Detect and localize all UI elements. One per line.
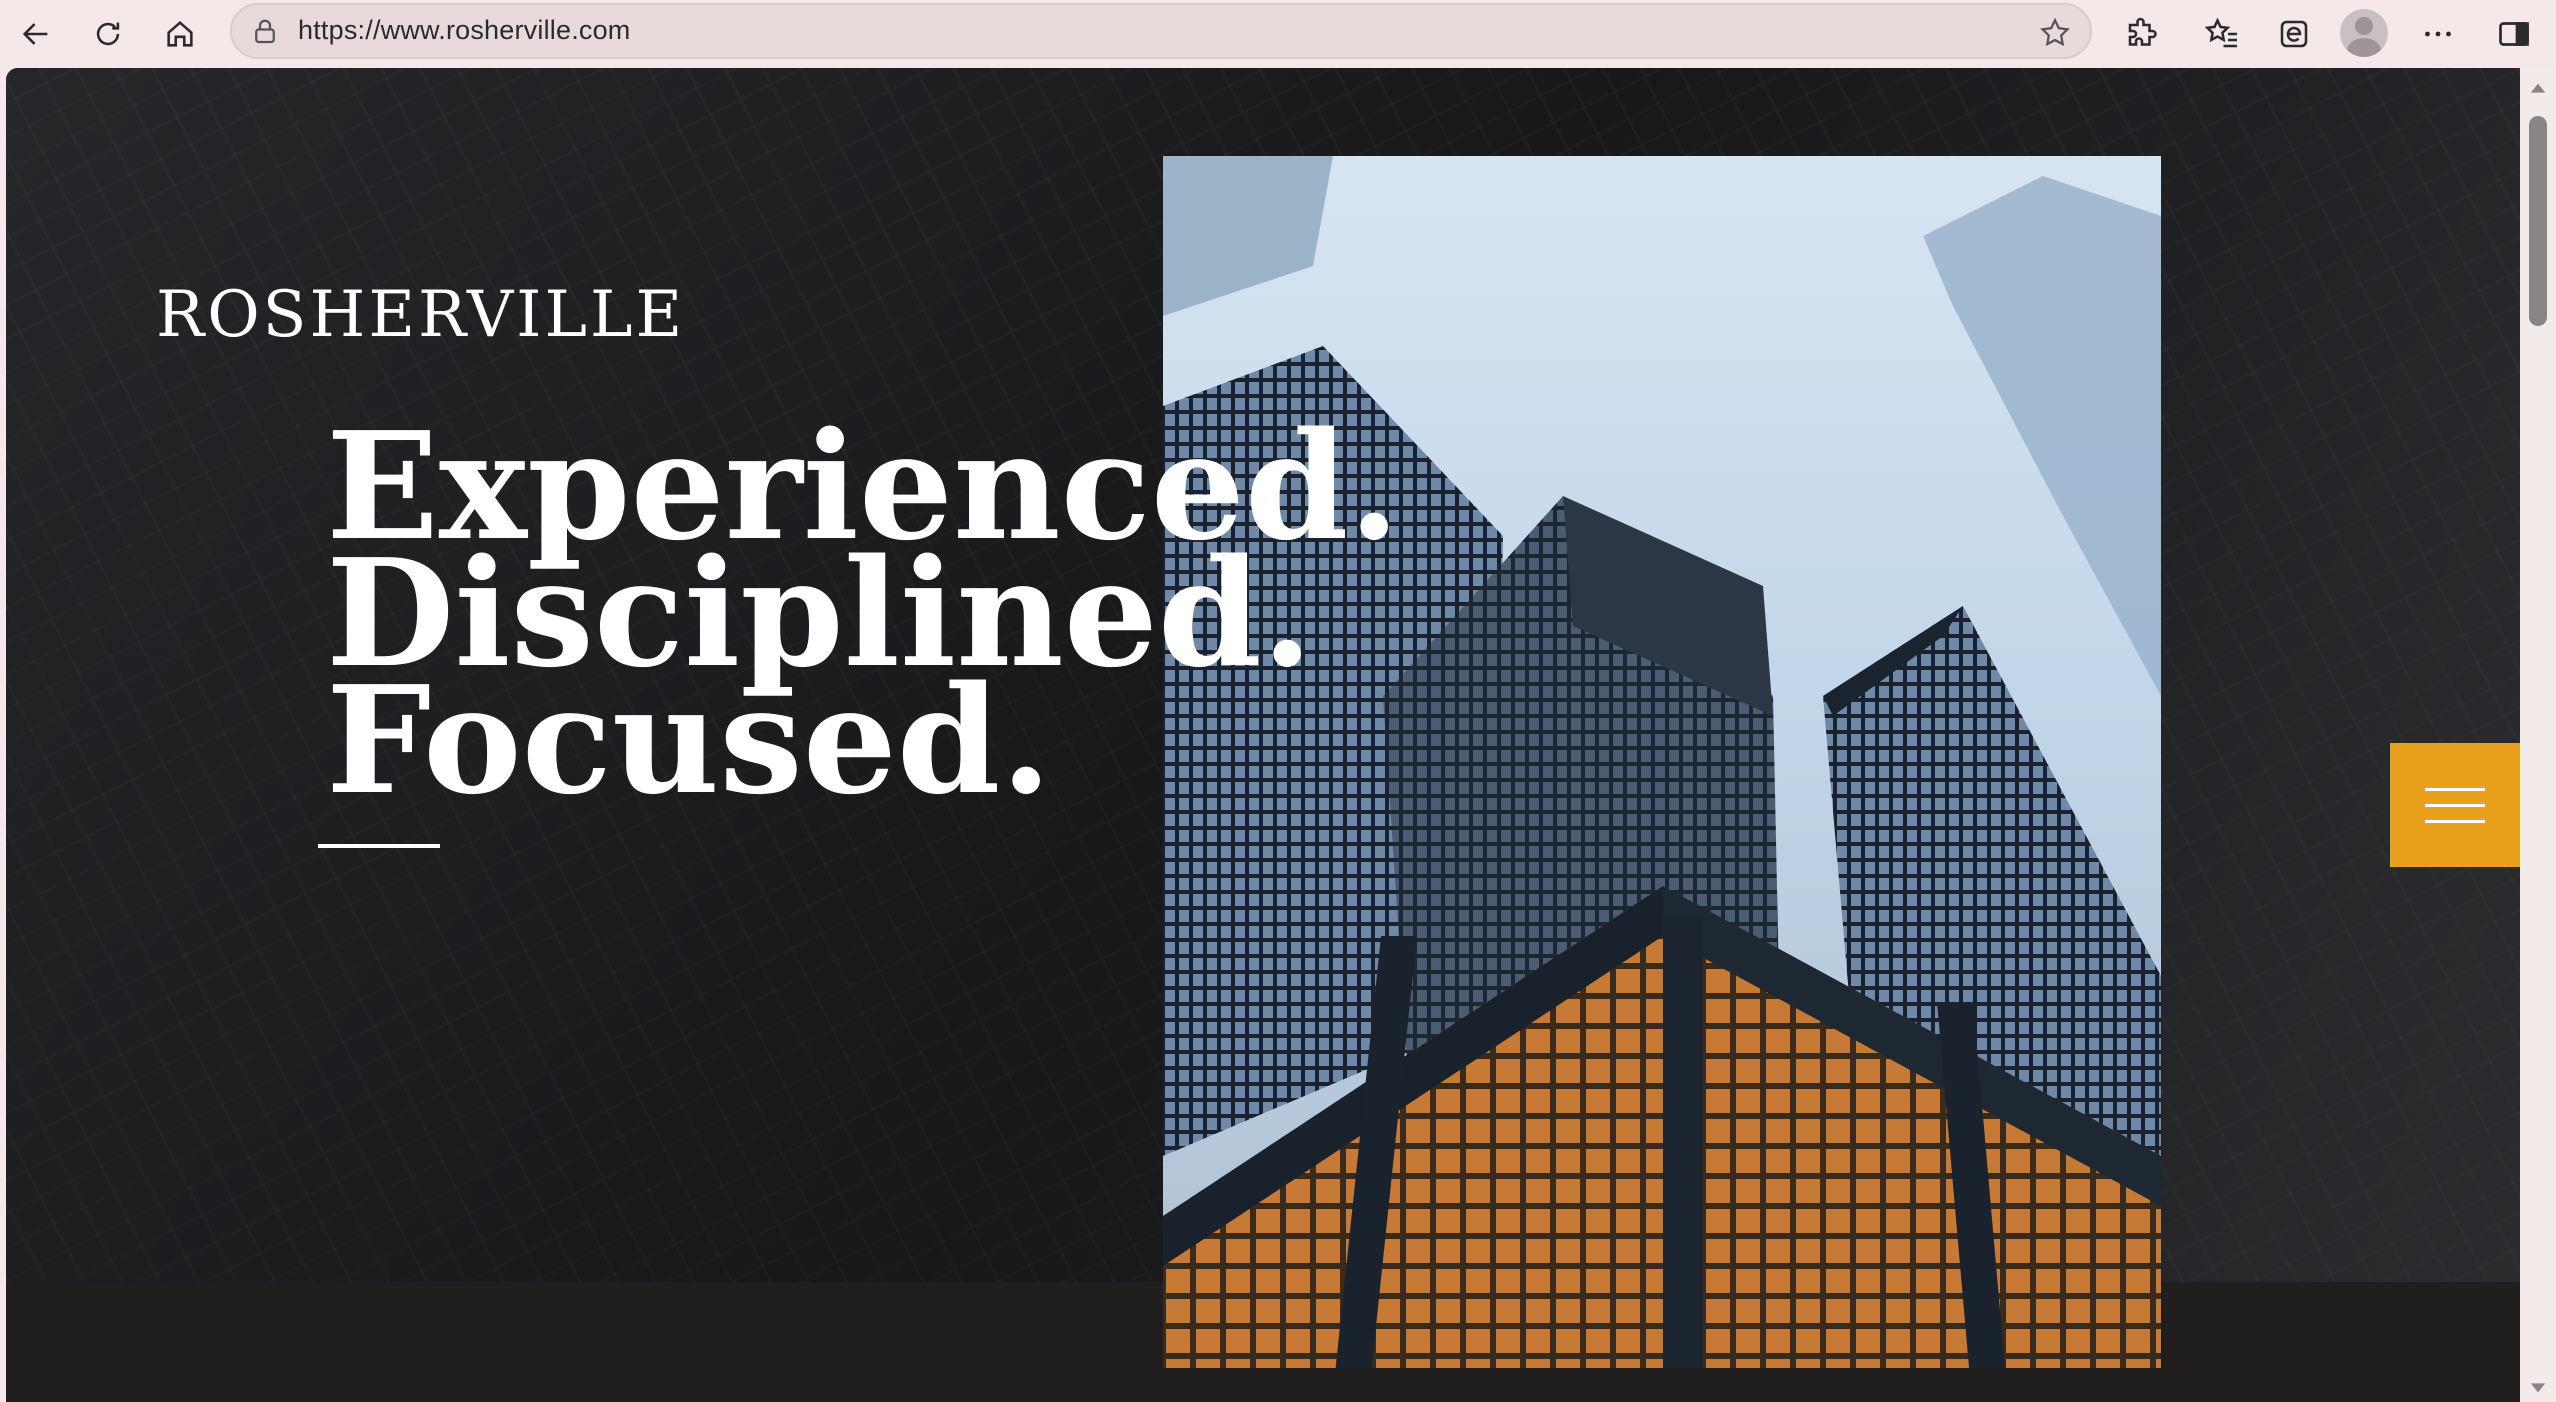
scroll-up-arrow-icon[interactable]	[2529, 80, 2547, 98]
edge-browser-icon	[2280, 20, 2308, 48]
url-text: https://www.rosherville.com	[298, 15, 631, 45]
ellipsis-icon	[2425, 31, 2451, 37]
headline-divider	[318, 844, 440, 848]
hero-headline: Experienced. Disciplined. Focused.	[326, 412, 1400, 814]
hamburger-icon	[2425, 775, 2485, 836]
back-arrow-icon	[22, 23, 48, 45]
address-bar[interactable]: https://www.rosherville.com	[230, 3, 2092, 59]
browser-toolbar: https://www.rosherville.com	[0, 0, 2556, 68]
favorites-list-icon	[2204, 17, 2237, 48]
puzzle-icon	[2128, 17, 2157, 46]
favorite-star-icon[interactable]	[2038, 16, 2072, 50]
back-button[interactable]	[8, 6, 64, 62]
more-options-button[interactable]	[2410, 6, 2466, 62]
page-viewport: ROSHERVILLE Experienced. Disciplined. Fo…	[6, 68, 2520, 1402]
extensions-button[interactable]	[2114, 6, 2170, 62]
refresh-button[interactable]	[80, 6, 136, 62]
home-button[interactable]	[152, 6, 208, 62]
hamburger-menu-button[interactable]	[2390, 743, 2520, 867]
scrollbar-thumb[interactable]	[2529, 116, 2547, 326]
sidebar-toggle-button[interactable]	[2486, 6, 2542, 62]
sidebar-icon	[2499, 22, 2529, 46]
page-scrollbar[interactable]	[2520, 68, 2556, 1402]
refresh-icon	[96, 22, 120, 46]
scroll-down-arrow-icon[interactable]	[2529, 1378, 2547, 1396]
profile-avatar[interactable]	[2340, 9, 2388, 57]
lock-icon	[255, 19, 275, 44]
site-logo[interactable]: ROSHERVILLE	[156, 278, 685, 352]
home-icon	[167, 20, 193, 47]
collections-button[interactable]	[2266, 6, 2322, 62]
favorites-button[interactable]	[2194, 6, 2250, 62]
